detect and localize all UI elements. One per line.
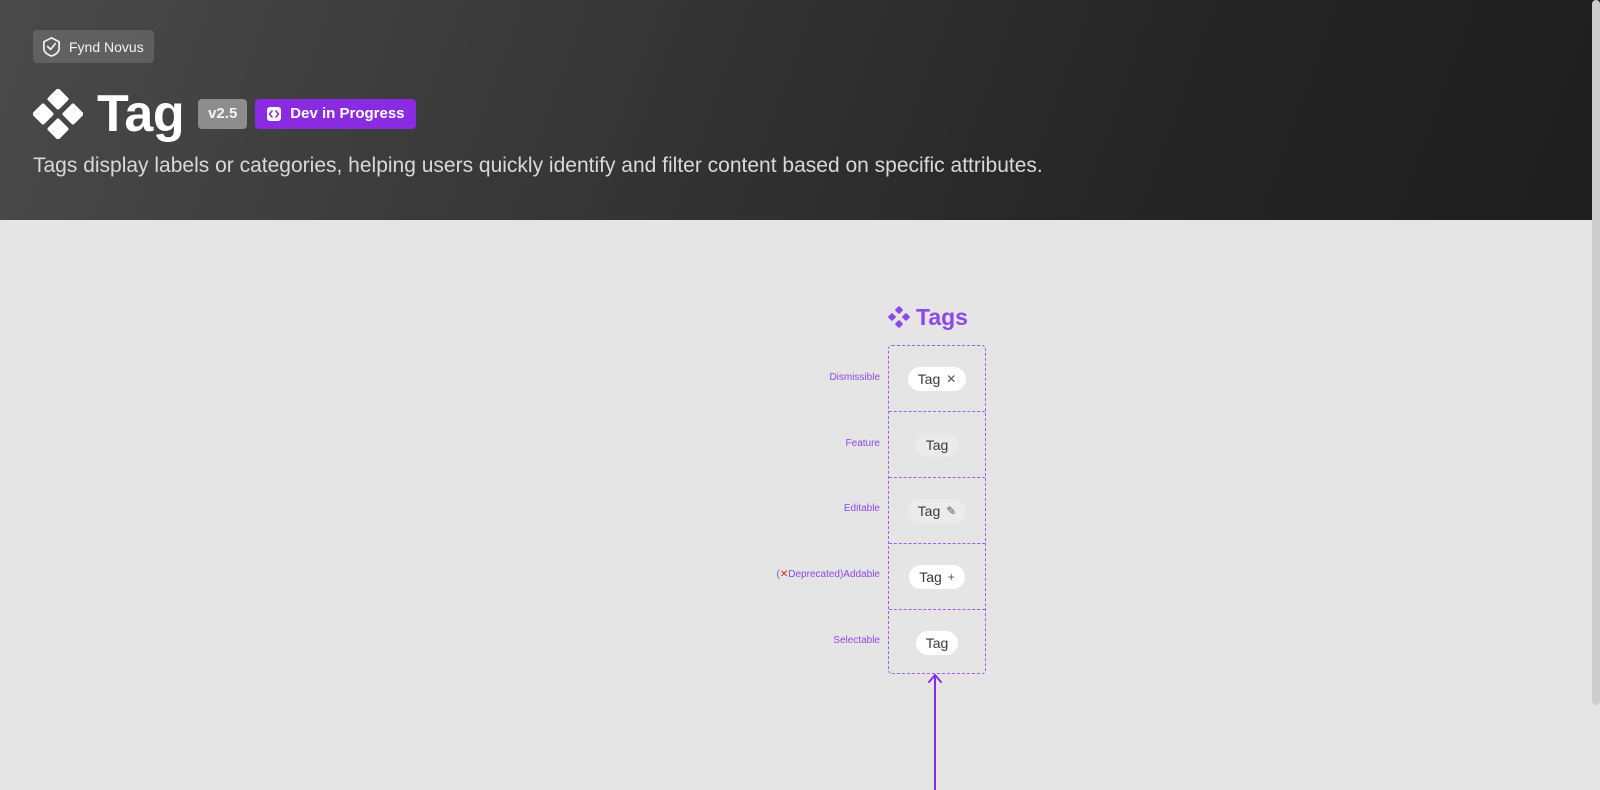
deprecated-x-icon: ✕ [779, 569, 789, 580]
status-label: Dev in Progress [290, 105, 405, 122]
row-label-dismissible: Dismissible [829, 372, 880, 383]
brand-name: Fynd Novus [69, 38, 144, 55]
tag-label: Tag [917, 370, 941, 387]
title-row: Tag v2.5 Dev in Progress [32, 84, 416, 143]
tag-label: Tag [919, 568, 942, 585]
code-icon [266, 106, 282, 122]
brand-badge[interactable]: Fynd Novus [33, 30, 154, 63]
row-label-addable: (✕Deprecated)Addable [680, 569, 880, 580]
brand-logo-icon [41, 36, 62, 57]
variant-selectable: Tag [889, 610, 985, 675]
label-text: Deprecated)Addable [788, 569, 880, 580]
pointer-arrow-icon [928, 674, 942, 790]
close-icon[interactable]: ✕ [946, 373, 956, 385]
variant-feature: Tag [889, 412, 985, 477]
component-set-title: Tags [888, 300, 968, 334]
component-set-name: Tags [916, 303, 968, 330]
status-badge: Dev in Progress [255, 98, 416, 129]
tag-dismissible[interactable]: Tag ✕ [907, 366, 967, 391]
row-label-selectable: Selectable [833, 635, 880, 646]
plus-icon[interactable]: + [948, 571, 955, 583]
variant-addable: Tag + [889, 544, 985, 609]
tag-editable[interactable]: Tag ✎ [907, 498, 967, 523]
tag-selectable[interactable]: Tag [915, 630, 959, 655]
version-badge: v2.5 [198, 98, 248, 129]
page-title: Tag [97, 84, 185, 143]
page-header: Fynd Novus Tag v2.5 Dev in Progress Tags… [0, 0, 1600, 220]
page-description: Tags display labels or categories, helpi… [33, 154, 1043, 177]
tag-addable[interactable]: Tag + [909, 564, 965, 589]
variant-editable: Tag ✎ [889, 478, 985, 543]
component-set-frame: Tag ✕ Tag Tag ✎ Tag + Tag [888, 345, 986, 674]
component-icon [32, 88, 84, 139]
tag-label: Tag [917, 502, 941, 519]
row-label-editable: Editable [843, 503, 880, 514]
row-label-feature: Feature [845, 438, 880, 449]
variant-dismissible: Tag ✕ [889, 346, 985, 411]
scrollbar[interactable] [1592, 0, 1600, 705]
tag-label: Tag [925, 634, 949, 651]
component-set-icon [888, 306, 910, 328]
tag-label: Tag [925, 436, 949, 453]
tag-feature[interactable]: Tag [915, 432, 959, 457]
pencil-icon[interactable]: ✎ [946, 505, 956, 517]
